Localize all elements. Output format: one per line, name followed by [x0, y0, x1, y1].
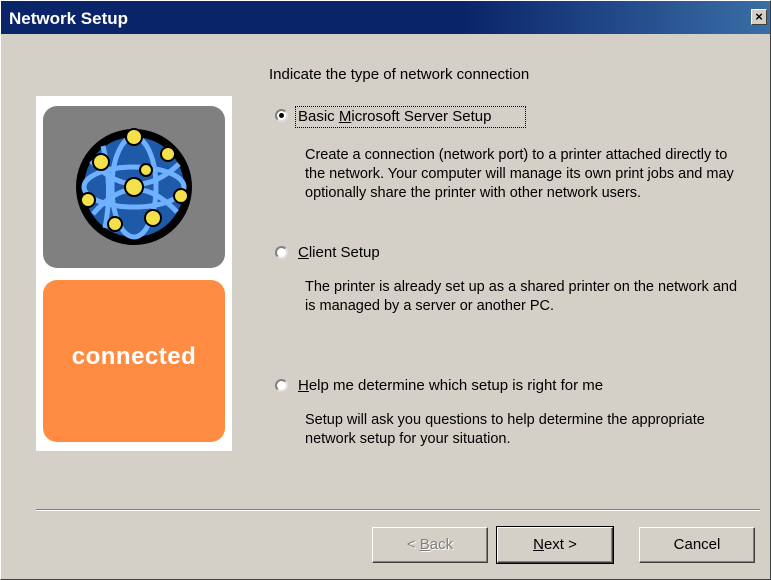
radio-selected-dot: [279, 113, 284, 118]
button-separator: [36, 509, 760, 511]
title-bar: Network Setup ×: [1, 1, 770, 34]
radio-help-me-determine[interactable]: [275, 379, 288, 392]
close-icon: ×: [755, 9, 763, 24]
network-setup-dialog: Network Setup × connected Indicate the t…: [0, 0, 771, 580]
globe-tile: [43, 106, 225, 268]
cancel-button[interactable]: Cancel: [639, 527, 755, 563]
button-text: ext >: [543, 536, 577, 553]
network-globe-icon: [76, 128, 192, 245]
button-text: <: [406, 536, 420, 553]
back-button[interactable]: < Back: [372, 527, 488, 563]
connected-logo-tile: connected: [43, 280, 225, 442]
label-mnemonic: H: [298, 377, 309, 394]
radio-basic-microsoft-server[interactable]: [275, 109, 288, 122]
label-part: Basic: [298, 108, 339, 125]
connected-logo-text: connected: [71, 343, 197, 370]
prompt-text: Indicate the type of network connection: [269, 66, 530, 83]
button-mnemonic: N: [533, 536, 544, 553]
option-help-description: Setup will ask you questions to help det…: [305, 412, 705, 447]
next-button[interactable]: Next >: [496, 526, 614, 564]
button-text: ack: [429, 536, 454, 553]
window-title: Network Setup: [9, 9, 129, 28]
button-mnemonic: B: [419, 536, 430, 553]
option-help-determine-label[interactable]: Help me determine which setup is right f…: [298, 377, 603, 394]
radio-client-setup[interactable]: [275, 246, 288, 259]
label-part: lient Setup: [308, 244, 380, 261]
label-part: icrosoft Server Setup: [351, 108, 492, 125]
option-client-setup-label[interactable]: Client Setup: [298, 244, 380, 261]
label-part: elp me determine which setup is right fo…: [308, 377, 604, 394]
label-mnemonic: M: [338, 108, 352, 125]
option-basic-description: Create a connection (network port) to a …: [305, 147, 734, 201]
label-mnemonic: C: [298, 244, 309, 261]
close-button[interactable]: ×: [751, 9, 767, 25]
option-basic-microsoft-server-label[interactable]: Basic Microsoft Server Setup: [298, 108, 491, 125]
wizard-art-panel: connected: [36, 96, 232, 451]
option-client-description: The printer is already set up as a share…: [305, 279, 738, 314]
